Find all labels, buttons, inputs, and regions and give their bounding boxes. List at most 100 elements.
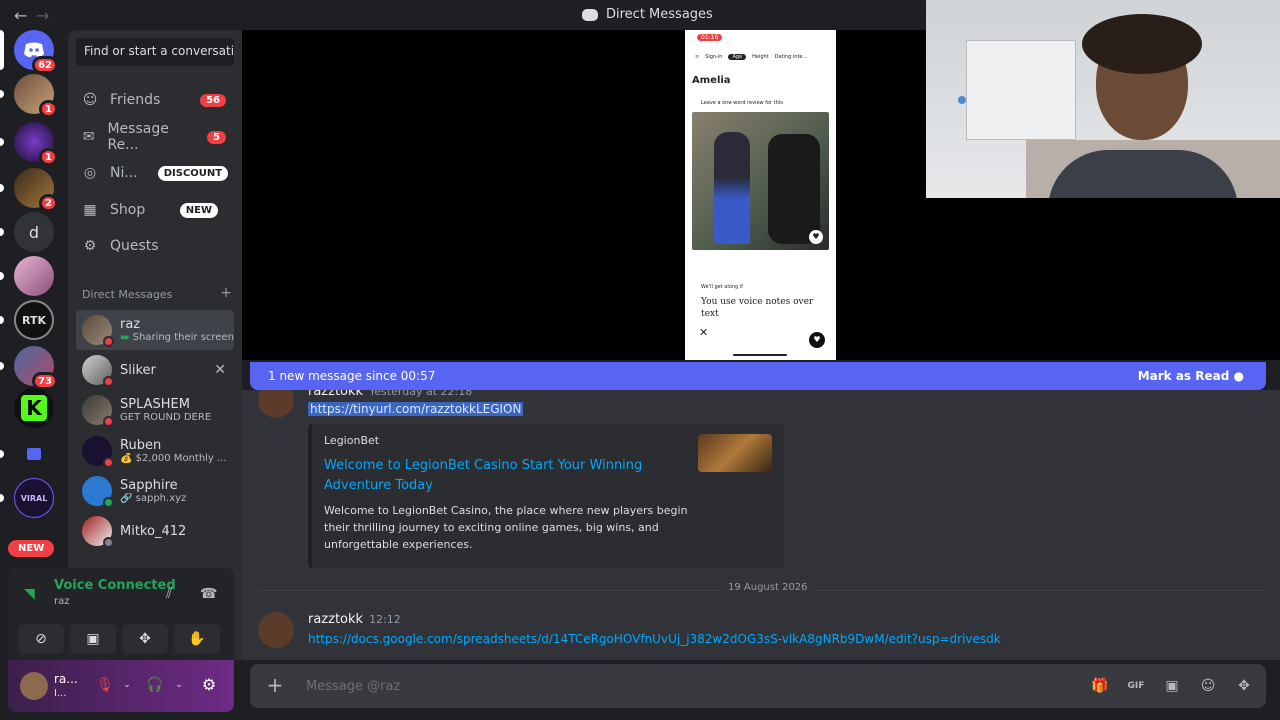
apps-icon[interactable]: ✥	[1234, 676, 1254, 696]
stream-video[interactable]: 01:16 ≡ Sign-in Age Height Dating inte..…	[242, 0, 1280, 360]
server-icon-kick[interactable]: K	[14, 388, 54, 428]
server-folder[interactable]	[0, 434, 54, 474]
add-attachment-icon[interactable]: +	[264, 674, 286, 696]
dm-item-sliker[interactable]: Sliker ✕	[76, 350, 234, 390]
nitro-icon: ◎	[83, 165, 97, 181]
embed-description: Welcome to LegionBet Casino, the place w…	[324, 504, 688, 551]
user-avatar[interactable]	[20, 672, 48, 700]
dm-item-raz[interactable]: raz ▬ Sharing their screen	[76, 310, 234, 350]
unread-indicator	[0, 138, 4, 146]
message-link[interactable]: https://tinyurl.com/razztokkLEGION	[308, 402, 524, 416]
camera-off-button[interactable]: ⊘	[18, 624, 64, 654]
disconnect-icon[interactable]: ☎	[200, 586, 217, 602]
back-arrow-icon[interactable]: ←	[14, 6, 27, 25]
avatar	[82, 355, 114, 387]
shop-nav[interactable]: ▦ Shop NEW	[76, 194, 234, 226]
server-icon[interactable]: 2	[0, 168, 58, 212]
deafen-icon[interactable]: 🎧	[144, 674, 166, 696]
dm-item-splashem[interactable]: SPLASHEM GET ROUND DERE	[76, 390, 234, 430]
embed-thumbnail[interactable]	[698, 434, 772, 472]
home-indicator	[733, 354, 787, 356]
dm-item-sapphire[interactable]: Sapphire 🔗 sapph.xyz	[76, 471, 234, 511]
soundboard-button[interactable]: ✋	[174, 624, 220, 654]
friends-nav[interactable]: ☺ Friends 56	[76, 84, 234, 116]
shared-phone-screen: 01:16 ≡ Sign-in Age Height Dating inte..…	[685, 30, 836, 360]
server-icon[interactable]	[0, 256, 54, 296]
home-button[interactable]: 62	[0, 30, 58, 74]
find-conversation-input[interactable]: Find or start a conversation	[76, 38, 234, 66]
server-icon-viral[interactable]: VIRAL	[0, 478, 54, 518]
activities-button[interactable]: ✥	[122, 624, 168, 654]
voice-status[interactable]: Voice Connected	[54, 578, 176, 593]
home-mention-badge: 62	[32, 56, 58, 74]
screen-share-icon: ▬	[120, 332, 133, 343]
forward-arrow-icon[interactable]: →	[36, 6, 49, 25]
message-avatar[interactable]	[258, 612, 294, 648]
like-heart-icon: ♥	[809, 332, 825, 348]
server-folder[interactable]: 73	[0, 346, 58, 390]
mark-as-read-button[interactable]: Mark as Read ●	[1138, 369, 1244, 383]
discount-tag: DISCOUNT	[157, 165, 229, 181]
server-icon-rtk[interactable]: RTK	[0, 300, 54, 340]
screen-share-button[interactable]: ▣	[70, 624, 116, 654]
quests-label: Quests	[110, 238, 159, 254]
mark-read-icon: ●	[1233, 369, 1244, 383]
coat-figure	[768, 134, 820, 244]
unread-indicator	[0, 184, 4, 192]
settings-gear-icon[interactable]: ⚙	[198, 674, 220, 696]
filter-chip: Sign-in	[705, 54, 723, 60]
chevron-down-icon[interactable]: ⌄	[168, 674, 190, 696]
server-rail: 62 1 1 2 d RTK 73 K VIRAL NEW	[0, 30, 68, 660]
voice-connection-panel: ◥ Voice Connected raz ⫽ ☎ ⊘ ▣ ✥ ✋	[8, 568, 234, 660]
add-dm-icon[interactable]: +	[220, 285, 232, 301]
signal-icon: ◥	[24, 586, 35, 602]
dm-section-title: Direct Messages	[82, 288, 173, 301]
embed-title[interactable]: Welcome to LegionBet Casino Start Your W…	[324, 456, 654, 496]
close-dm-icon[interactable]: ✕	[214, 362, 226, 378]
friends-icon: ☺	[82, 92, 98, 108]
chevron-down-icon[interactable]: ⌄	[116, 674, 138, 696]
server-icon[interactable]: 1	[0, 74, 58, 118]
dm-item-ruben[interactable]: Ruben 💰 $2,000 Monthly ...	[76, 431, 234, 471]
dm-name: SPLASHEM	[120, 397, 190, 412]
message-input[interactable]	[306, 674, 1006, 698]
quests-nav[interactable]: ⚙ Quests	[76, 230, 234, 262]
screen-share-icon: ▣	[86, 631, 100, 647]
author-name[interactable]: razztokk	[308, 612, 363, 627]
phone-time: 01:16	[697, 34, 723, 41]
like-heart-icon: ♥	[809, 230, 823, 244]
friends-label: Friends	[110, 92, 161, 108]
message-timestamp: Yesterday at 22:18	[369, 390, 473, 398]
server-icon[interactable]: 1	[0, 122, 58, 166]
gif-icon[interactable]: GIF	[1126, 676, 1146, 696]
sticker-icon[interactable]: ▣	[1162, 676, 1182, 696]
gift-icon[interactable]: 🎁	[1090, 676, 1110, 696]
avatar	[82, 516, 114, 548]
magnet	[958, 96, 966, 104]
filter-chip: Age	[728, 54, 747, 60]
message-list: razztokk Yesterday at 22:18 https://tinyu…	[242, 390, 1280, 660]
emoji-icon[interactable]: ☺	[1198, 676, 1218, 696]
noise-suppression-icon[interactable]: ⫽	[166, 586, 172, 602]
message-requests-badge: 5	[207, 130, 226, 144]
new-servers-pill[interactable]: NEW	[8, 540, 55, 557]
dm-section-header: Direct Messages +	[82, 285, 232, 301]
author-name[interactable]: razztokk	[308, 390, 363, 399]
nitro-nav[interactable]: ◎ Ni... DISCOUNT	[76, 157, 234, 189]
mute-mic-icon[interactable]: 🎙	[94, 674, 116, 696]
dm-name: Ruben	[120, 438, 162, 453]
new-messages-text: 1 new message since 00:57	[268, 369, 436, 383]
unread-indicator	[0, 90, 4, 98]
server-icon-d[interactable]: d	[0, 212, 54, 252]
message-avatar[interactable]	[258, 390, 294, 418]
new-messages-banner[interactable]: 1 new message since 00:57 Mark as Read ●	[250, 362, 1266, 390]
dm-item-mitko[interactable]: Mitko_412	[76, 511, 234, 551]
message-requests-nav[interactable]: ✉ Message Re... 5	[76, 121, 234, 153]
message-link[interactable]: https://docs.google.com/spreadsheets/d/1…	[308, 632, 1001, 646]
embed-provider[interactable]: LegionBet	[324, 434, 379, 447]
camera-off-icon: ⊘	[35, 631, 47, 647]
voice-channel[interactable]: raz	[54, 596, 70, 607]
dm-status: GET ROUND DERE	[120, 412, 212, 423]
server-badge: 1	[39, 148, 58, 166]
dm-status: 🔗 sapph.xyz	[120, 493, 186, 504]
